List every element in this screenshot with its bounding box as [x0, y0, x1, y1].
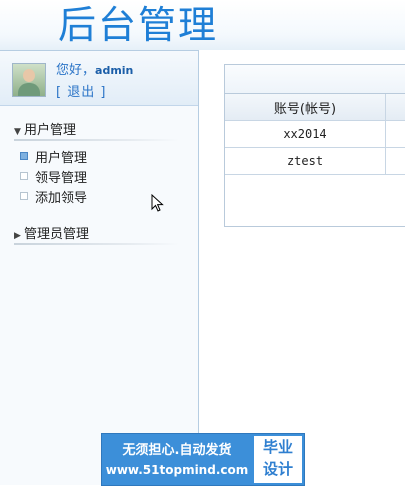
- data-table-panel: 账号(帐号) xx2014 ztest: [224, 64, 405, 227]
- cell-extra: [386, 148, 405, 175]
- mouse-pointer-icon: [151, 194, 165, 214]
- table-row[interactable]: ztest: [225, 148, 405, 175]
- cell-account: ztest: [225, 148, 386, 175]
- cell-extra: [386, 121, 405, 148]
- greeting-text: 您好，: [56, 63, 95, 78]
- main-content: 账号(帐号) xx2014 ztest: [199, 50, 405, 484]
- logout-link[interactable]: [ 退出 ]: [56, 81, 106, 100]
- menu-group-user-management[interactable]: ▼用户管理: [14, 119, 76, 138]
- table-header-row: 账号(帐号): [225, 94, 405, 121]
- watermark-badge: 毕业 设计: [254, 436, 302, 483]
- menu-group-admin-management[interactable]: ▶管理员管理: [14, 223, 89, 242]
- menu-divider: [14, 139, 179, 141]
- column-header-extra: [386, 94, 405, 121]
- square-bullet-icon: [20, 192, 28, 200]
- header: 后台管理: [0, 0, 405, 50]
- square-bullet-icon: [20, 152, 28, 160]
- sidebar-item-user-management[interactable]: 用户管理: [20, 150, 87, 168]
- watermark-banner: 无须担心.自动发货 www.51topmind.com 毕业 设计: [101, 433, 305, 486]
- column-header-account: 账号(帐号): [225, 94, 386, 121]
- watermark-line2: www.51topmind.com: [102, 463, 252, 477]
- caret-down-icon: ▼: [14, 127, 24, 137]
- table-row[interactable]: xx2014: [225, 121, 405, 148]
- watermark-badge-line1: 毕业: [254, 436, 302, 458]
- app-title: 后台管理: [58, 2, 218, 48]
- cell-account: xx2014: [225, 121, 386, 148]
- square-bullet-icon: [20, 172, 28, 180]
- sidebar-item-label: 用户管理: [35, 151, 87, 166]
- menu-group-label: 管理员管理: [24, 227, 89, 242]
- data-table: 账号(帐号) xx2014 ztest: [225, 94, 405, 175]
- watermark-line1: 无须担心.自动发货: [102, 439, 252, 458]
- greeting: 您好，admin: [56, 59, 133, 78]
- sidebar-item-add-leader[interactable]: 添加领导: [20, 190, 87, 208]
- menu-divider: [14, 243, 179, 245]
- watermark-text: 无须担心.自动发货 www.51topmind.com: [102, 434, 252, 485]
- avatar: [12, 63, 46, 97]
- caret-right-icon: ▶: [14, 231, 24, 241]
- sidebar-item-label: 领导管理: [35, 171, 87, 186]
- menu-group-label: 用户管理: [24, 123, 76, 138]
- table-toolbar: [225, 65, 405, 94]
- sidebar: 您好，admin [ 退出 ] ▼用户管理 用户管理 领导管理 添加领导 ▶管理…: [0, 50, 199, 485]
- sidebar-item-leader-management[interactable]: 领导管理: [20, 170, 87, 188]
- watermark-badge-line2: 设计: [254, 458, 302, 480]
- user-name: admin: [95, 64, 133, 77]
- sidebar-item-label: 添加领导: [35, 191, 87, 206]
- user-box: 您好，admin [ 退出 ]: [0, 51, 198, 106]
